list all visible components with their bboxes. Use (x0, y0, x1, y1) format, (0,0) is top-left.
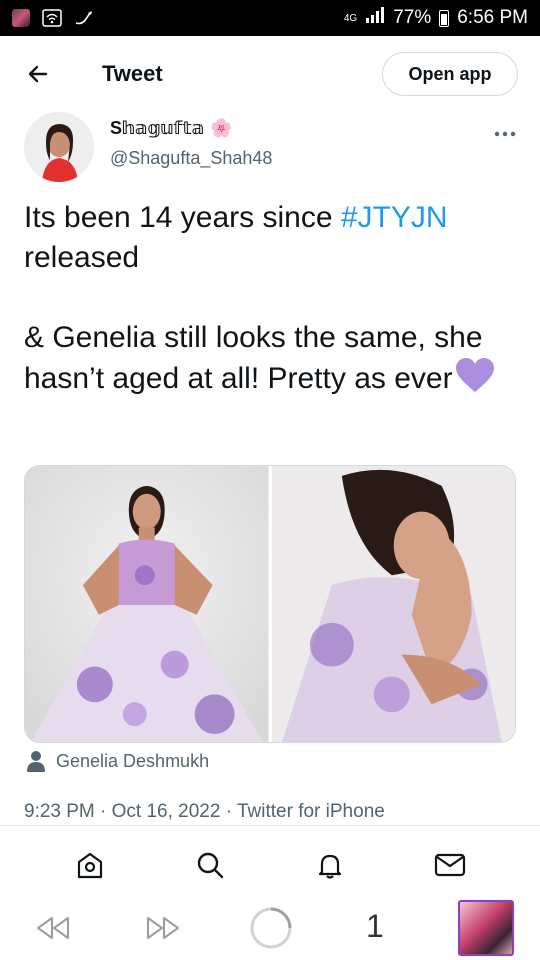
browser-toolbar: 1 (0, 896, 540, 960)
tweet-text-para2: & Genelia still looks the same, she hasn… (24, 321, 483, 395)
tweet-meta[interactable]: 9:23 PM · Oct 16, 2022 · Twitter for iPh… (24, 801, 385, 823)
notifications-tab[interactable] (310, 845, 350, 885)
flower-emoji: 🌸 (210, 118, 233, 138)
person-icon (27, 751, 45, 772)
avatar[interactable] (24, 112, 94, 182)
mail-icon (434, 853, 466, 877)
author-handle[interactable]: @Shagufta_Shah48 (110, 148, 272, 169)
more-horizontal-icon (494, 131, 516, 137)
usb-icon (74, 9, 94, 27)
arrow-left-icon (28, 65, 48, 83)
tweet-author: S𝕙𝕒𝕘𝕦𝕗𝕥𝕒 🌸 @Shagufta_Shah48 (24, 112, 524, 184)
tweet-text-line2: released (24, 241, 140, 274)
tweet-header: Tweet Open app (0, 36, 540, 112)
battery-percent: 77% (393, 7, 432, 28)
bell-icon (318, 854, 342, 879)
notification-thumbnail-icon (12, 9, 30, 27)
page-title: Tweet (102, 61, 163, 86)
purple-heart-icon (455, 358, 495, 394)
tweet-media (24, 465, 516, 743)
messages-tab[interactable] (430, 845, 470, 885)
signal-icon (365, 7, 385, 29)
home-tab[interactable] (70, 845, 110, 885)
profile-thumbnail[interactable] (458, 900, 514, 956)
author-name[interactable]: S𝕙𝕒𝕘𝕦𝕗𝕥𝕒 🌸 (110, 118, 233, 139)
status-bar: 4G 77% 6:56 PM (0, 0, 540, 36)
reload-button[interactable] (249, 906, 293, 950)
loading-spinner-icon (250, 907, 292, 949)
more-button[interactable] (494, 118, 516, 144)
browser-back-button[interactable] (34, 914, 72, 942)
hashtag-link[interactable]: #JTYJN (341, 201, 448, 234)
tweet-text-line1: Its been 14 years since (24, 201, 341, 234)
network-type: 4G (343, 12, 358, 24)
bottom-nav (0, 836, 540, 894)
photo-2[interactable] (271, 466, 515, 742)
battery-icon (439, 9, 450, 27)
fast-forward-icon (146, 916, 180, 940)
search-icon (197, 852, 224, 879)
tagged-users[interactable]: Genelia Deshmukh (26, 750, 209, 772)
tweet-text: Its been 14 years since #JTYJN released &… (24, 198, 520, 399)
divider (0, 825, 540, 826)
browser-forward-button[interactable] (144, 914, 182, 942)
wifi-icon (42, 9, 62, 27)
open-app-button[interactable]: Open app (382, 52, 518, 96)
author-display-name: S𝕙𝕒𝕘𝕦𝕗𝕥𝕒 (110, 118, 205, 138)
back-button[interactable] (18, 54, 58, 94)
tagged-user-name: Genelia Deshmukh (56, 750, 210, 771)
photo-1[interactable] (25, 466, 269, 742)
rewind-icon (36, 916, 70, 940)
clock: 6:56 PM (457, 7, 528, 28)
search-tab[interactable] (190, 845, 230, 885)
home-icon (77, 852, 103, 879)
tab-count[interactable]: 1 (366, 908, 384, 945)
